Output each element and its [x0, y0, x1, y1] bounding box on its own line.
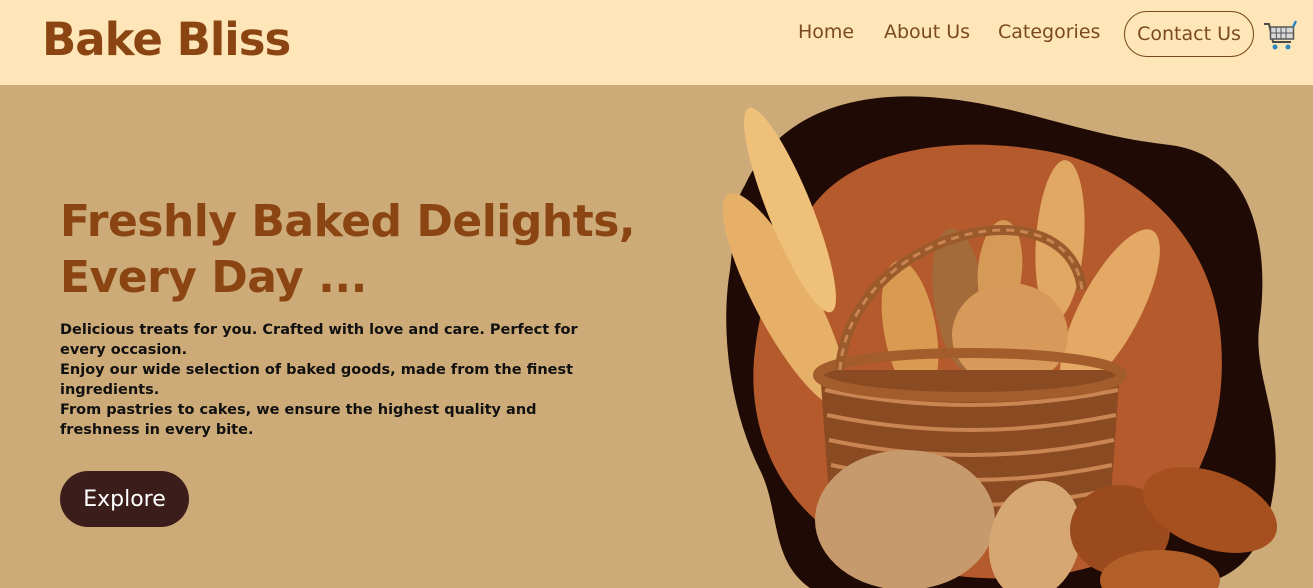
hero-paragraph: Delicious treats for you. Crafted with l…	[60, 322, 578, 358]
contact-us-button[interactable]: Contact Us	[1124, 11, 1254, 57]
explore-button[interactable]: Explore	[60, 471, 189, 527]
navbar: Bake Bliss Home About Us Categories Cont…	[0, 0, 1313, 85]
brand-logo[interactable]: Bake Bliss	[42, 13, 291, 66]
shopping-cart-icon[interactable]	[1262, 18, 1298, 54]
nav-home-link[interactable]: Home	[798, 21, 854, 43]
hero-description: Delicious treats for you. Crafted with l…	[60, 320, 580, 440]
hero-title: Freshly Baked Delights, Every Day ...	[60, 194, 660, 306]
hero-paragraph: Enjoy our wide selection of baked goods,…	[60, 362, 574, 398]
bread-basket-illustration	[722, 96, 1278, 588]
hero-title-line1: Freshly Baked Delights,	[60, 196, 636, 247]
hero-title-line2: Every Day ...	[60, 252, 367, 303]
nav-categories-link[interactable]: Categories	[998, 21, 1100, 43]
hero-paragraph: From pastries to cakes, we ensure the hi…	[60, 402, 537, 438]
nav-about-link[interactable]: About Us	[884, 21, 970, 43]
